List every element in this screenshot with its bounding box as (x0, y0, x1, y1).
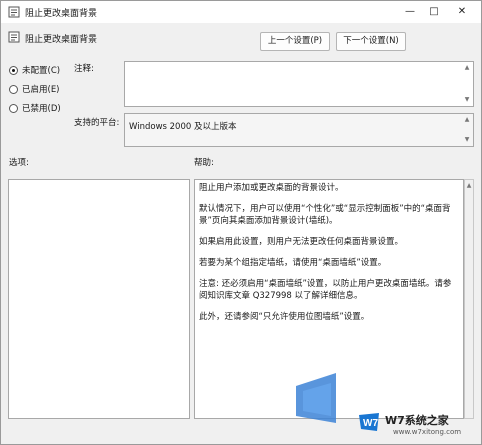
w7-logo-icon: W7 (359, 413, 379, 431)
title-bar: 阻止更改桌面背景 — □ ✕ (1, 1, 481, 23)
radio-disabled[interactable]: 已禁用(D) (9, 102, 61, 114)
window-title: 阻止更改桌面背景 (25, 9, 98, 19)
platform-label: 支持的平台: (74, 118, 120, 128)
previous-setting-button[interactable]: 上一个设置(P) (260, 32, 330, 51)
radio-not-configured[interactable]: 未配置(C) (9, 64, 60, 76)
scroll-up-icon[interactable]: ▲ (463, 116, 471, 124)
help-paragraph: 此外，还请参阅“只允许使用位图墙纸”设置。 (199, 312, 370, 322)
help-paragraph: 默认情况下，用户可以使用“个性化”或“显示控制面板”中的“桌面背景”页向其桌面添… (199, 204, 451, 226)
scroll-up-icon[interactable]: ▲ (463, 64, 471, 72)
decorative-shape (296, 373, 336, 423)
help-section-label: 帮助: (194, 158, 214, 168)
radio-label: 已启用(E) (22, 85, 60, 95)
policy-window: 阻止更改桌面背景 — □ ✕ 阻止更改桌面背景 上一个设置(P) 下一个设置(N… (0, 0, 482, 445)
setting-icon (8, 31, 20, 43)
help-paragraph: 注意: 还必须启用“桌面墙纸”设置，以防止用户更改桌面墙纸。请参阅知识库文章 Q… (199, 279, 452, 301)
maximize-button[interactable]: □ (425, 4, 443, 20)
radio-label: 未配置(C) (22, 66, 61, 76)
options-panel (8, 179, 190, 419)
help-paragraph: 若要为某个组指定墙纸，请使用“桌面墙纸”设置。 (199, 258, 387, 268)
options-section-label: 选项: (9, 158, 29, 168)
radio-button[interactable] (9, 84, 18, 94)
radio-label: 已禁用(D) (22, 104, 61, 114)
scroll-down-icon[interactable]: ▼ (463, 136, 471, 144)
help-paragraph: 阻止用户添加或更改桌面的背景设计。 (199, 183, 344, 193)
comment-label: 注释: (74, 64, 94, 74)
watermark-brand: W7系统之家 (385, 414, 449, 427)
comment-textarea[interactable]: ▲ ▼ (124, 61, 474, 107)
radio-button[interactable] (9, 65, 18, 75)
svg-text:W7: W7 (363, 418, 378, 429)
platform-value: Windows 2000 及以上版本 (129, 122, 237, 132)
help-scrollbar[interactable]: ▲ (464, 179, 474, 419)
next-setting-button[interactable]: 下一个设置(N) (336, 32, 406, 51)
platform-field: Windows 2000 及以上版本 ▲ ▼ (124, 113, 474, 147)
policy-icon (8, 6, 20, 18)
scroll-down-icon[interactable]: ▼ (463, 96, 471, 104)
close-button[interactable]: ✕ (453, 4, 471, 20)
watermark-url: www.w7xitong.com (393, 428, 462, 436)
radio-button[interactable] (9, 103, 18, 113)
radio-enabled[interactable]: 已启用(E) (9, 83, 60, 95)
setting-title: 阻止更改桌面背景 (25, 35, 98, 45)
minimize-button[interactable]: — (401, 4, 419, 20)
help-paragraph: 如果启用此设置，则用户无法更改任何桌面背景设置。 (199, 237, 404, 247)
scroll-up-icon[interactable]: ▲ (465, 182, 473, 189)
